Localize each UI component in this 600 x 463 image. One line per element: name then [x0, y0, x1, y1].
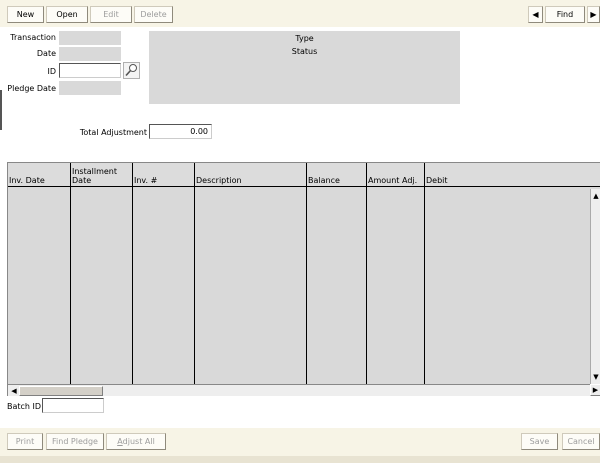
grid-divider [366, 187, 367, 384]
grid-divider [194, 187, 195, 384]
id-label: ID [47, 67, 56, 76]
col-inv-number[interactable]: Inv. # [133, 163, 195, 187]
vertical-scrollbar[interactable]: ▲ ▼ [590, 189, 600, 384]
lookup-button[interactable] [123, 62, 140, 79]
pledge-date-field [59, 81, 121, 95]
new-button[interactable]: New [7, 6, 44, 23]
previous-button[interactable]: ◀ [528, 6, 543, 23]
delete-button[interactable]: Delete [134, 6, 173, 23]
print-button[interactable]: Print [7, 433, 43, 450]
scroll-left-icon[interactable]: ◀ [9, 386, 19, 396]
grid-divider [306, 187, 307, 384]
info-panel: Type Status [149, 31, 460, 104]
left-arrow-icon: ◀ [532, 10, 539, 19]
right-arrow-icon: ▶ [590, 10, 597, 19]
batch-id-label: Batch ID [7, 402, 42, 411]
grid-divider [424, 187, 425, 384]
total-adjustment-field[interactable]: 0.00 [149, 124, 212, 139]
col-debit[interactable]: Debit [425, 163, 600, 187]
date-field [59, 47, 121, 61]
open-button[interactable]: Open [46, 6, 88, 23]
grid-divider [70, 187, 71, 384]
horizontal-scroll-thumb[interactable] [19, 386, 103, 396]
id-input[interactable] [59, 63, 121, 78]
col-amount-adj[interactable]: Amount Adj. [367, 163, 425, 187]
col-description[interactable]: Description [195, 163, 307, 187]
window-edge [0, 90, 2, 130]
invoice-grid: Inv. Date Installment Date Inv. # Descri… [7, 162, 600, 396]
save-button[interactable]: Save [521, 433, 558, 450]
magnifier-icon [123, 62, 140, 79]
batch-id-input[interactable] [42, 398, 104, 413]
next-button[interactable]: ▶ [587, 6, 600, 23]
find-pledge-button[interactable]: Find Pledge [46, 433, 104, 450]
scroll-right-icon[interactable]: ▶ [590, 384, 600, 396]
top-toolbar: New Open Edit Delete ◀ Find ▶ [0, 0, 600, 27]
transaction-label: Transaction [10, 33, 56, 42]
grid-divider [132, 187, 133, 384]
edit-button[interactable]: Edit [90, 6, 132, 23]
col-inv-date[interactable]: Inv. Date [8, 163, 71, 187]
find-button[interactable]: Find [545, 6, 585, 23]
col-installment-date[interactable]: Installment Date [71, 163, 133, 187]
cancel-button[interactable]: Cancel [562, 433, 600, 450]
status-label: Status [291, 47, 318, 56]
total-adjustment-label: Total Adjustment [79, 128, 147, 137]
status-strip [0, 456, 600, 463]
col-balance[interactable]: Balance [307, 163, 367, 187]
adjust-all-button[interactable]: Adjust All [106, 433, 166, 450]
scroll-up-icon[interactable]: ▲ [591, 191, 600, 201]
transaction-field [59, 31, 121, 45]
pledge-date-label: Pledge Date [7, 84, 56, 93]
date-label: Date [36, 49, 56, 58]
horizontal-scrollbar[interactable]: ◀ [8, 384, 590, 396]
grid-header: Inv. Date Installment Date Inv. # Descri… [8, 163, 600, 187]
type-label: Type [295, 34, 314, 43]
scroll-down-icon[interactable]: ▼ [591, 372, 600, 382]
bottom-toolbar: Print Find Pledge Adjust All Save Cancel [0, 428, 600, 456]
adjust-all-label: djust All [122, 437, 155, 446]
